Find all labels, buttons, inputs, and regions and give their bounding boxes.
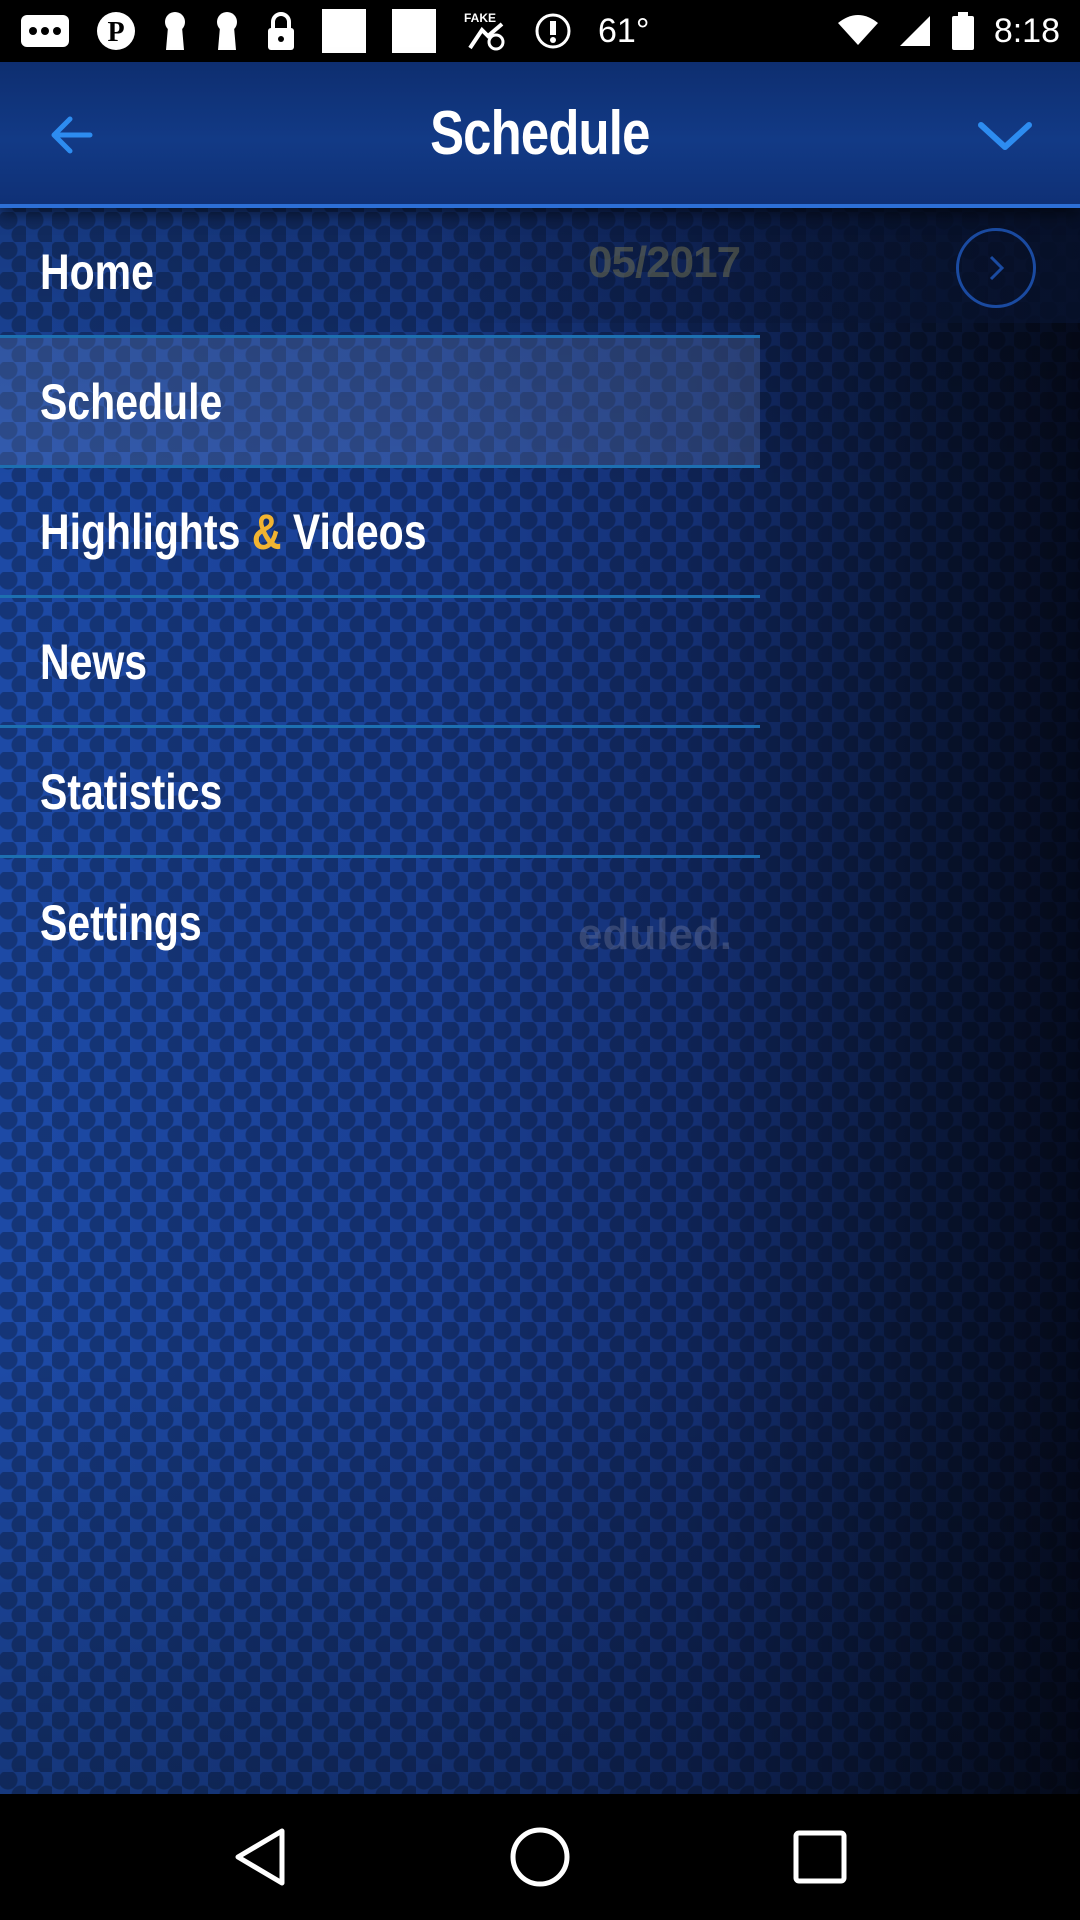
svg-text:FAKE: FAKE bbox=[464, 11, 496, 25]
back-button[interactable] bbox=[40, 104, 102, 166]
navigation-drawer: Home Schedule Highlights & Videos News S… bbox=[0, 208, 760, 988]
fake-gps-icon: FAKE bbox=[462, 8, 508, 54]
drawer-item-label: Settings bbox=[40, 895, 202, 951]
underlying-next-icon bbox=[956, 228, 1036, 308]
chevron-down-icon bbox=[978, 122, 1032, 150]
label-part-highlights: Highlights bbox=[40, 503, 241, 560]
drawer-item-label: Schedule bbox=[40, 373, 223, 430]
status-bar: P FAKE 61° 8:18 bbox=[0, 0, 1080, 62]
svg-text:P: P bbox=[107, 17, 124, 48]
label-part-videos: Videos bbox=[292, 503, 427, 560]
recents-square-icon bbox=[793, 1830, 847, 1884]
info-icon bbox=[534, 12, 572, 50]
nav-recents-button[interactable] bbox=[775, 1812, 865, 1902]
keyhole-icon bbox=[162, 11, 188, 51]
battery-icon bbox=[951, 12, 974, 50]
system-nav-bar bbox=[0, 1794, 1080, 1920]
drawer-item-schedule[interactable]: Schedule bbox=[0, 338, 760, 468]
drawer-item-home[interactable]: Home bbox=[0, 208, 760, 338]
lock-icon bbox=[266, 11, 296, 51]
drawer-item-statistics[interactable]: Statistics bbox=[0, 728, 760, 858]
temperature: 61° bbox=[598, 11, 650, 50]
drawer-item-news[interactable]: News bbox=[0, 598, 760, 728]
nav-home-button[interactable] bbox=[495, 1812, 585, 1902]
page-title: Schedule bbox=[430, 98, 650, 168]
back-triangle-icon bbox=[235, 1828, 285, 1886]
drawer-item-label: Statistics bbox=[40, 763, 223, 820]
drawer-item-label: News bbox=[40, 633, 148, 690]
drawer-item-label: Highlights & Videos bbox=[40, 503, 427, 561]
label-ampersand: & bbox=[251, 503, 282, 560]
blank-square-icon bbox=[322, 9, 366, 53]
clock: 8:18 bbox=[993, 11, 1060, 50]
pinterest-icon: P bbox=[96, 11, 136, 51]
drawer-item-label: Home bbox=[40, 243, 154, 300]
nav-back-button[interactable] bbox=[215, 1812, 305, 1902]
dropdown-button[interactable] bbox=[972, 104, 1038, 166]
keyhole-icon bbox=[214, 11, 240, 51]
home-circle-icon bbox=[510, 1827, 570, 1887]
wifi-icon bbox=[837, 15, 878, 47]
arrow-back-icon bbox=[51, 116, 93, 154]
more-notifications-icon bbox=[20, 14, 70, 48]
blank-square-icon bbox=[392, 9, 436, 53]
drawer-item-settings[interactable]: Settings bbox=[0, 858, 760, 988]
drawer-item-highlights-videos[interactable]: Highlights & Videos bbox=[0, 468, 760, 598]
app-bar: Schedule bbox=[0, 62, 1080, 208]
signal-icon bbox=[898, 14, 932, 48]
